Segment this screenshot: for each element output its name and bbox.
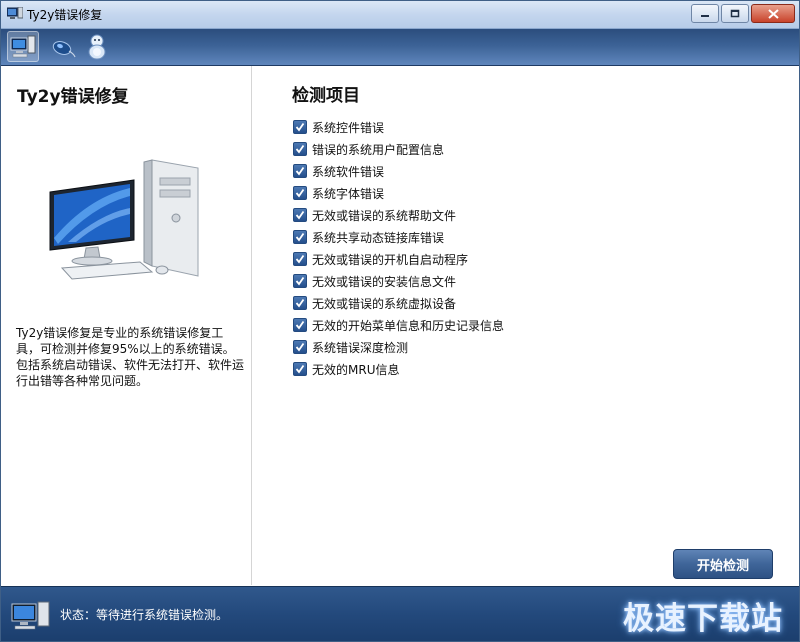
check-item[interactable]: 无效或错误的开机自启动程序 [293, 248, 504, 270]
check-item-label: 无效或错误的安装信息文件 [312, 274, 457, 289]
checkmark-icon [295, 364, 305, 374]
toolbar-mascot-button[interactable] [81, 31, 113, 62]
mascot-icon [88, 34, 106, 59]
status-text: 状态：等待进行系统错误检测。 [60, 608, 229, 622]
check-item[interactable]: 系统共享动态链接库错误 [293, 226, 504, 248]
left-panel: Ty2y错误修复 Ty2y错误修复是专业的系统错误修复工具，可检测并修复95%以… [1, 66, 252, 585]
checkmark-icon [295, 144, 305, 154]
checkmark-icon [295, 232, 305, 242]
checkbox[interactable] [293, 340, 307, 354]
right-panel: 检测项目 系统控件错误 错误的系统用户配置信息 系统软件错误 系统字体错误 无效… [253, 66, 799, 585]
app-window: Ty2y错误修复 Ty2y错误修复 Ty2y错误修复是专业的系统错误修复工具，可… [0, 0, 800, 642]
check-item[interactable]: 无效或错误的系统虚拟设备 [293, 292, 504, 314]
checkmark-icon [295, 210, 305, 220]
maximize-button[interactable] [721, 4, 749, 23]
check-item[interactable]: 错误的系统用户配置信息 [293, 138, 504, 160]
check-item-label: 错误的系统用户配置信息 [312, 142, 445, 157]
check-item-label: 无效或错误的开机自启动程序 [312, 252, 469, 267]
toolbar-mouse-button[interactable] [47, 31, 79, 62]
check-item[interactable]: 系统软件错误 [293, 160, 504, 182]
status-bar: 状态：等待进行系统错误检测。 极速下载站 [1, 586, 799, 641]
minimize-button[interactable] [691, 4, 719, 23]
checkbox[interactable] [293, 120, 307, 134]
start-scan-button[interactable]: 开始检测 [673, 549, 773, 579]
checkbox[interactable] [293, 318, 307, 332]
checkmark-icon [295, 254, 305, 264]
check-item[interactable]: 系统控件错误 [293, 116, 504, 138]
left-panel-title: Ty2y错误修复 [17, 87, 129, 107]
computer-icon [11, 601, 50, 630]
window-controls [691, 4, 795, 23]
app-description: Ty2y错误修复是专业的系统错误修复工具，可检测并修复95%以上的系统错误。 包… [16, 325, 244, 389]
checkmark-icon [295, 122, 305, 132]
window-title: Ty2y错误修复 [27, 8, 103, 22]
checkbox[interactable] [293, 142, 307, 156]
check-item-label: 无效的开始菜单信息和历史记录信息 [312, 318, 505, 333]
checkbox[interactable] [293, 362, 307, 376]
close-icon [767, 8, 779, 19]
check-item[interactable]: 无效或错误的系统帮助文件 [293, 204, 504, 226]
maximize-icon [730, 9, 740, 18]
description-line: 包括系统启动错误、软件无法打开、软件运行出错等各种常见问题。 [16, 358, 245, 388]
check-item-label: 无效或错误的系统帮助文件 [312, 208, 457, 223]
checkbox[interactable] [293, 252, 307, 266]
title-bar: Ty2y错误修复 [1, 1, 799, 29]
checkbox[interactable] [293, 208, 307, 222]
checkmark-icon [295, 276, 305, 286]
check-item-label: 无效或错误的系统虚拟设备 [312, 296, 457, 311]
checkmark-icon [295, 166, 305, 176]
check-item[interactable]: 无效的开始菜单信息和历史记录信息 [293, 314, 504, 336]
check-items-title: 检测项目 [292, 86, 360, 106]
check-item-label: 系统字体错误 [312, 186, 385, 201]
description-line: Ty2y错误修复是专业的系统错误修复工具，可检测并修复95%以上的系统错误。 [16, 326, 235, 356]
checkmark-icon [295, 298, 305, 308]
check-item-label: 系统错误深度检测 [312, 340, 409, 355]
checkbox[interactable] [293, 164, 307, 178]
check-item-label: 系统软件错误 [312, 164, 385, 179]
checkbox[interactable] [293, 230, 307, 244]
watermark-logo: 极速下载站 [623, 601, 783, 637]
checkmark-icon [295, 188, 305, 198]
computer-illustration [49, 159, 199, 280]
toolbar-computer-button[interactable] [7, 31, 39, 62]
check-item-label: 系统共享动态链接库错误 [312, 230, 445, 245]
checkbox[interactable] [293, 274, 307, 288]
check-item[interactable]: 无效的MRU信息 [293, 358, 504, 380]
checkmark-icon [295, 342, 305, 352]
toolbar [1, 29, 799, 66]
close-button[interactable] [751, 4, 795, 23]
check-item[interactable]: 系统错误深度检测 [293, 336, 504, 358]
minimize-icon [701, 14, 709, 17]
check-item[interactable]: 系统字体错误 [293, 182, 504, 204]
checkmark-icon [295, 320, 305, 330]
check-item[interactable]: 无效或错误的安装信息文件 [293, 270, 504, 292]
mouse-icon [52, 40, 76, 57]
check-item-label: 无效的MRU信息 [312, 362, 400, 377]
checkbox[interactable] [293, 296, 307, 310]
app-icon [7, 7, 23, 19]
checkbox[interactable] [293, 186, 307, 200]
computer-icon [10, 35, 36, 57]
check-items-list: 系统控件错误 错误的系统用户配置信息 系统软件错误 系统字体错误 无效或错误的系… [293, 116, 504, 380]
check-item-label: 系统控件错误 [312, 120, 385, 135]
